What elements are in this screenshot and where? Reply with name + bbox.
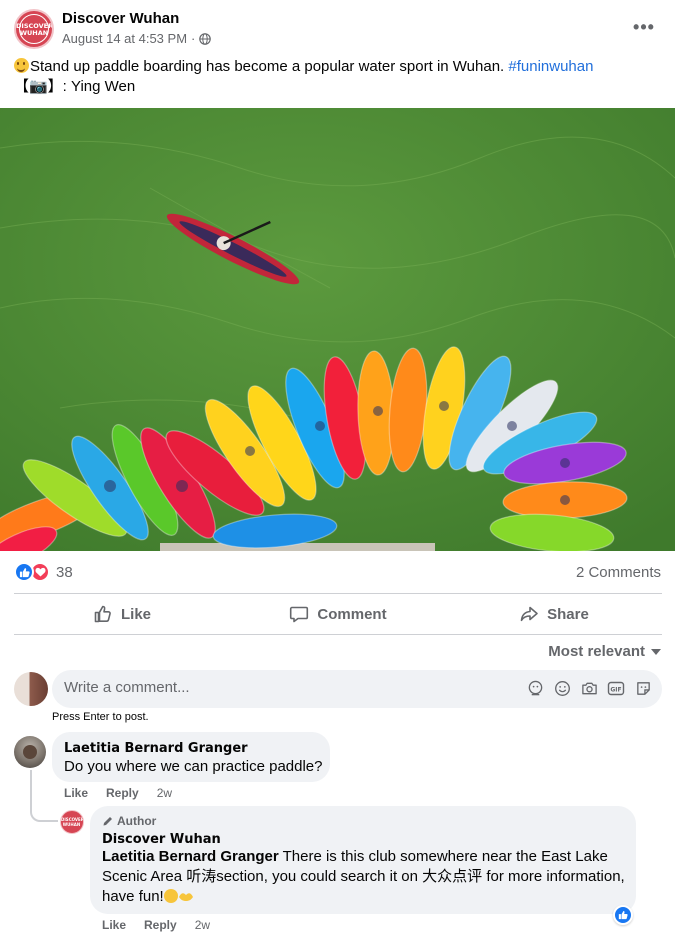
author-badge-label: Author	[117, 814, 157, 828]
reply-text-line1: Laetitia Bernard Granger There is this c…	[102, 847, 632, 867]
sort-label: Most relevant	[548, 643, 645, 660]
kayak-photo	[0, 108, 675, 551]
reply-author-link[interactable]: Discover Wuhan	[102, 832, 221, 847]
reply-text: Laetitia Bernard Granger There is this c…	[102, 847, 632, 907]
comment-reply-link[interactable]: Reply	[106, 786, 139, 800]
mention-link[interactable]: Laetitia Bernard Granger	[102, 848, 279, 865]
post-caption: Stand up paddle boarding has become a po…	[14, 57, 664, 97]
comment-label: Comment	[317, 605, 387, 623]
post-meta: August 14 at 4:53 PM ·	[62, 31, 212, 46]
post-actions: Like Comment Share	[14, 594, 662, 634]
reply-text-line3: have fun!	[102, 887, 632, 907]
composer-hint: Press Enter to post.	[52, 711, 149, 723]
reaction-count: 38	[56, 563, 73, 581]
author-badge: Author	[102, 814, 156, 828]
comment-time[interactable]: 2w	[157, 786, 172, 800]
smile-emoji-icon	[163, 889, 178, 903]
share-arrow-icon	[520, 606, 538, 622]
comment-composer: GIF	[52, 670, 662, 708]
avatar-sticker-icon[interactable]	[526, 679, 544, 697]
comment-sort-dropdown[interactable]: Most relevant	[548, 643, 661, 660]
caption-line-1: Stand up paddle boarding has become a po…	[14, 57, 664, 77]
current-user-avatar[interactable]	[14, 672, 48, 706]
share-button[interactable]: Share	[446, 594, 662, 634]
avatar-logo-line2: WUHAN	[19, 29, 49, 37]
reply-time[interactable]: 2w	[195, 918, 210, 932]
commenter-avatar[interactable]	[14, 736, 46, 768]
post-timestamp[interactable]: August 14 at 4:53 PM	[62, 31, 187, 46]
composer-tools: GIF	[526, 679, 652, 697]
comments-count-link[interactable]: 2 Comments	[576, 564, 661, 581]
post-header: DISCOVER WUHAN Discover Wuhan August 14 …	[0, 0, 675, 56]
emoji-icon[interactable]	[553, 679, 571, 697]
like-button[interactable]: Like	[14, 594, 230, 634]
reply-body-line2: Scenic Area 听涛section, you could search …	[102, 868, 625, 885]
globe-icon[interactable]	[199, 32, 212, 45]
reactions-summary[interactable]: 38	[14, 562, 73, 582]
share-label: Share	[547, 605, 589, 623]
reply-actions: Like Reply 2w	[102, 918, 210, 932]
reply-like-link[interactable]: Like	[102, 918, 126, 932]
thumbs-up-icon	[94, 605, 111, 623]
comment-button[interactable]: Comment	[230, 594, 446, 634]
comment-bubble: Laetitia Bernard Granger Do you where we…	[52, 732, 330, 782]
caret-down-icon	[651, 648, 661, 655]
svg-text:GIF: GIF	[610, 686, 621, 693]
post-photo[interactable]	[0, 108, 675, 551]
reply-body-line1: There is this club somewhere near the Ea…	[282, 848, 608, 865]
comment-input[interactable]	[64, 679, 504, 696]
hashtag-link[interactable]: #funinwuhan	[508, 58, 593, 75]
more-options-button[interactable]: •••	[628, 11, 660, 43]
caption-line-2: 【📷】: Ying Wen	[14, 78, 136, 95]
camera-icon[interactable]	[580, 679, 598, 697]
comment-actions: Like Reply 2w	[64, 786, 172, 800]
page-avatar[interactable]: DISCOVER WUHAN	[14, 9, 54, 49]
reply-bubble: Author Discover Wuhan Laetitia Bernard G…	[90, 806, 636, 914]
heart-hands-emoji-icon	[178, 893, 193, 901]
reply-avatar-logo-line2: WUHAN	[62, 821, 81, 827]
reply-author-avatar[interactable]: DISCOVER WUHAN	[60, 810, 84, 834]
divider-bottom	[14, 634, 662, 635]
sticker-icon[interactable]	[634, 679, 652, 697]
like-reaction-icon	[14, 562, 34, 582]
page-name-link[interactable]: Discover Wuhan	[62, 10, 179, 27]
gif-icon[interactable]: GIF	[607, 679, 625, 697]
reply-thread-line	[30, 770, 58, 822]
reply-like-reaction-icon[interactable]	[613, 905, 633, 925]
comment-like-link[interactable]: Like	[64, 786, 88, 800]
reply-body-line3: have fun!	[102, 888, 164, 905]
pencil-icon	[103, 817, 112, 826]
smile-emoji-icon	[14, 58, 29, 73]
comment-author-link[interactable]: Laetitia Bernard Granger	[64, 741, 248, 756]
caption-text: Stand up paddle boarding has become a po…	[30, 58, 505, 75]
reply-reply-link[interactable]: Reply	[144, 918, 177, 932]
comment-text: Do you where we can practice paddle?	[64, 758, 323, 775]
like-label: Like	[120, 605, 151, 623]
comment-bubble-icon	[290, 606, 309, 623]
meta-separator: ·	[191, 31, 196, 46]
